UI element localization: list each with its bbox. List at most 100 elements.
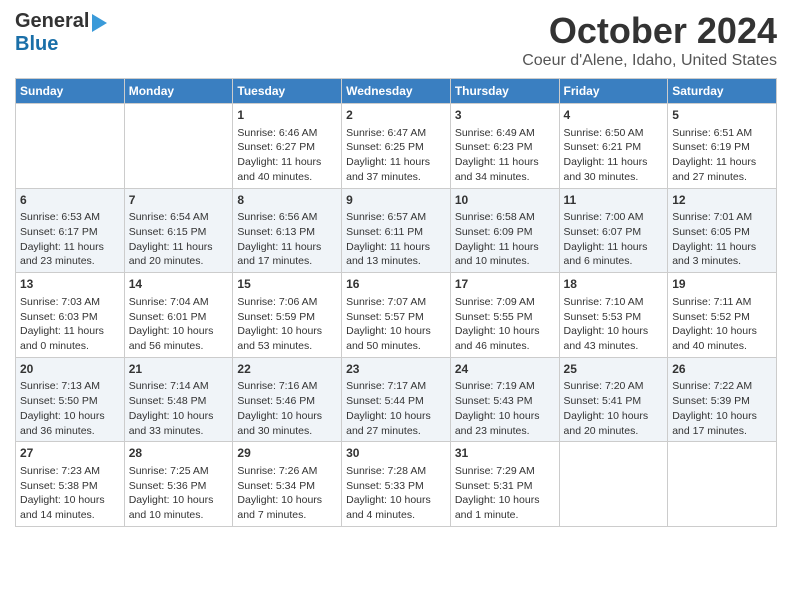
calendar-cell: 31 Sunrise: 7:29 AM Sunset: 5:31 PM Dayli… <box>450 442 559 527</box>
day-number: 9 <box>346 192 446 209</box>
calendar-cell: 29 Sunrise: 7:26 AM Sunset: 5:34 PM Dayli… <box>233 442 342 527</box>
day-content: Sunrise: 7:17 AM Sunset: 5:44 PM Dayligh… <box>346 379 446 438</box>
day-content: Sunrise: 7:25 AM Sunset: 5:36 PM Dayligh… <box>129 464 229 523</box>
day-number: 22 <box>237 361 337 378</box>
day-content: Sunrise: 7:11 AM Sunset: 5:52 PM Dayligh… <box>672 295 772 354</box>
day-number: 17 <box>455 276 555 293</box>
calendar-cell: 11Sunrise: 7:00 AM Sunset: 6:07 PM Dayli… <box>559 188 668 273</box>
calendar-cell: 17 Sunrise: 7:09 AM Sunset: 5:55 PM Dayli… <box>450 273 559 358</box>
day-number: 31 <box>455 445 555 462</box>
calendar-cell <box>124 104 233 189</box>
day-content: Sunrise: 7:19 AM Sunset: 5:43 PM Dayligh… <box>455 379 555 438</box>
day-content: Sunrise: 7:06 AM Sunset: 5:59 PM Dayligh… <box>237 295 337 354</box>
calendar-cell: 27 Sunrise: 7:23 AM Sunset: 5:38 PM Dayli… <box>16 442 125 527</box>
day-number: 23 <box>346 361 446 378</box>
day-number: 11 <box>564 192 664 209</box>
calendar-cell: 21Sunrise: 7:14 AM Sunset: 5:48 PM Dayli… <box>124 357 233 442</box>
day-content: Sunrise: 7:09 AM Sunset: 5:55 PM Dayligh… <box>455 295 555 354</box>
week-row-3: 13Sunrise: 7:03 AM Sunset: 6:03 PM Dayli… <box>16 273 777 358</box>
logo-blue: Blue <box>15 33 58 55</box>
day-content: Sunrise: 7:28 AM Sunset: 5:33 PM Dayligh… <box>346 464 446 523</box>
header-wednesday: Wednesday <box>342 79 451 104</box>
header-thursday: Thursday <box>450 79 559 104</box>
day-number: 12 <box>672 192 772 209</box>
header-tuesday: Tuesday <box>233 79 342 104</box>
header-monday: Monday <box>124 79 233 104</box>
calendar-cell: 2 Sunrise: 6:47 AM Sunset: 6:25 PM Daylig… <box>342 104 451 189</box>
day-content: Sunrise: 7:14 AM Sunset: 5:48 PM Dayligh… <box>129 379 229 438</box>
day-number: 14 <box>129 276 229 293</box>
calendar-cell: 16Sunrise: 7:07 AM Sunset: 5:57 PM Dayli… <box>342 273 451 358</box>
day-content: Sunrise: 7:04 AM Sunset: 6:01 PM Dayligh… <box>129 295 229 354</box>
day-number: 25 <box>564 361 664 378</box>
day-number: 30 <box>346 445 446 462</box>
day-content: Sunrise: 6:50 AM Sunset: 6:21 PM Dayligh… <box>564 126 664 185</box>
calendar-cell: 30 Sunrise: 7:28 AM Sunset: 5:33 PM Dayli… <box>342 442 451 527</box>
day-content: Sunrise: 6:54 AM Sunset: 6:15 PM Dayligh… <box>129 210 229 269</box>
calendar-table: SundayMondayTuesdayWednesdayThursdayFrid… <box>15 78 777 527</box>
week-row-5: 27 Sunrise: 7:23 AM Sunset: 5:38 PM Dayli… <box>16 442 777 527</box>
logo: General Blue <box>15 10 107 56</box>
day-content: Sunrise: 6:47 AM Sunset: 6:25 PM Dayligh… <box>346 126 446 185</box>
day-number: 2 <box>346 107 446 124</box>
day-content: Sunrise: 7:23 AM Sunset: 5:38 PM Dayligh… <box>20 464 120 523</box>
week-row-4: 20Sunrise: 7:13 AM Sunset: 5:50 PM Dayli… <box>16 357 777 442</box>
title-block: October 2024 Coeur d'Alene, Idaho, Unite… <box>522 10 777 70</box>
day-content: Sunrise: 6:49 AM Sunset: 6:23 PM Dayligh… <box>455 126 555 185</box>
calendar-cell: 20Sunrise: 7:13 AM Sunset: 5:50 PM Dayli… <box>16 357 125 442</box>
day-content: Sunrise: 7:01 AM Sunset: 6:05 PM Dayligh… <box>672 210 772 269</box>
day-number: 1 <box>237 107 337 124</box>
calendar-cell: 23Sunrise: 7:17 AM Sunset: 5:44 PM Dayli… <box>342 357 451 442</box>
calendar-cell: 3 Sunrise: 6:49 AM Sunset: 6:23 PM Daylig… <box>450 104 559 189</box>
day-content: Sunrise: 7:22 AM Sunset: 5:39 PM Dayligh… <box>672 379 772 438</box>
calendar-cell: 7Sunrise: 6:54 AM Sunset: 6:15 PM Daylig… <box>124 188 233 273</box>
calendar-cell <box>16 104 125 189</box>
header-friday: Friday <box>559 79 668 104</box>
day-content: Sunrise: 7:13 AM Sunset: 5:50 PM Dayligh… <box>20 379 120 438</box>
day-content: Sunrise: 6:53 AM Sunset: 6:17 PM Dayligh… <box>20 210 120 269</box>
day-content: Sunrise: 6:46 AM Sunset: 6:27 PM Dayligh… <box>237 126 337 185</box>
calendar-title: October 2024 <box>522 10 777 52</box>
day-content: Sunrise: 6:56 AM Sunset: 6:13 PM Dayligh… <box>237 210 337 269</box>
calendar-cell: 1 Sunrise: 6:46 AM Sunset: 6:27 PM Daylig… <box>233 104 342 189</box>
calendar-cell: 24Sunrise: 7:19 AM Sunset: 5:43 PM Dayli… <box>450 357 559 442</box>
day-number: 6 <box>20 192 120 209</box>
day-number: 27 <box>20 445 120 462</box>
day-content: Sunrise: 7:26 AM Sunset: 5:34 PM Dayligh… <box>237 464 337 523</box>
day-content: Sunrise: 7:29 AM Sunset: 5:31 PM Dayligh… <box>455 464 555 523</box>
header-row: SundayMondayTuesdayWednesdayThursdayFrid… <box>16 79 777 104</box>
day-number: 7 <box>129 192 229 209</box>
day-number: 21 <box>129 361 229 378</box>
calendar-cell: 13Sunrise: 7:03 AM Sunset: 6:03 PM Dayli… <box>16 273 125 358</box>
day-number: 10 <box>455 192 555 209</box>
day-content: Sunrise: 6:58 AM Sunset: 6:09 PM Dayligh… <box>455 210 555 269</box>
day-number: 4 <box>564 107 664 124</box>
day-content: Sunrise: 7:20 AM Sunset: 5:41 PM Dayligh… <box>564 379 664 438</box>
day-number: 3 <box>455 107 555 124</box>
logo-general: General <box>15 10 89 33</box>
day-number: 16 <box>346 276 446 293</box>
week-row-1: 1 Sunrise: 6:46 AM Sunset: 6:27 PM Daylig… <box>16 104 777 189</box>
calendar-subtitle: Coeur d'Alene, Idaho, United States <box>522 52 777 70</box>
day-number: 5 <box>672 107 772 124</box>
day-content: Sunrise: 6:57 AM Sunset: 6:11 PM Dayligh… <box>346 210 446 269</box>
calendar-cell: 22Sunrise: 7:16 AM Sunset: 5:46 PM Dayli… <box>233 357 342 442</box>
logo-arrow-icon <box>92 14 107 32</box>
day-number: 18 <box>564 276 664 293</box>
day-number: 13 <box>20 276 120 293</box>
day-number: 26 <box>672 361 772 378</box>
week-row-2: 6Sunrise: 6:53 AM Sunset: 6:17 PM Daylig… <box>16 188 777 273</box>
calendar-cell: 10Sunrise: 6:58 AM Sunset: 6:09 PM Dayli… <box>450 188 559 273</box>
day-number: 15 <box>237 276 337 293</box>
page-header: General Blue October 2024 Coeur d'Alene,… <box>15 10 777 70</box>
day-number: 29 <box>237 445 337 462</box>
calendar-cell: 28 Sunrise: 7:25 AM Sunset: 5:36 PM Dayli… <box>124 442 233 527</box>
header-saturday: Saturday <box>668 79 777 104</box>
calendar-cell: 5Sunrise: 6:51 AM Sunset: 6:19 PM Daylig… <box>668 104 777 189</box>
calendar-cell: 4 Sunrise: 6:50 AM Sunset: 6:21 PM Daylig… <box>559 104 668 189</box>
day-number: 19 <box>672 276 772 293</box>
day-number: 28 <box>129 445 229 462</box>
calendar-cell: 15 Sunrise: 7:06 AM Sunset: 5:59 PM Dayli… <box>233 273 342 358</box>
calendar-cell <box>559 442 668 527</box>
day-content: Sunrise: 7:10 AM Sunset: 5:53 PM Dayligh… <box>564 295 664 354</box>
